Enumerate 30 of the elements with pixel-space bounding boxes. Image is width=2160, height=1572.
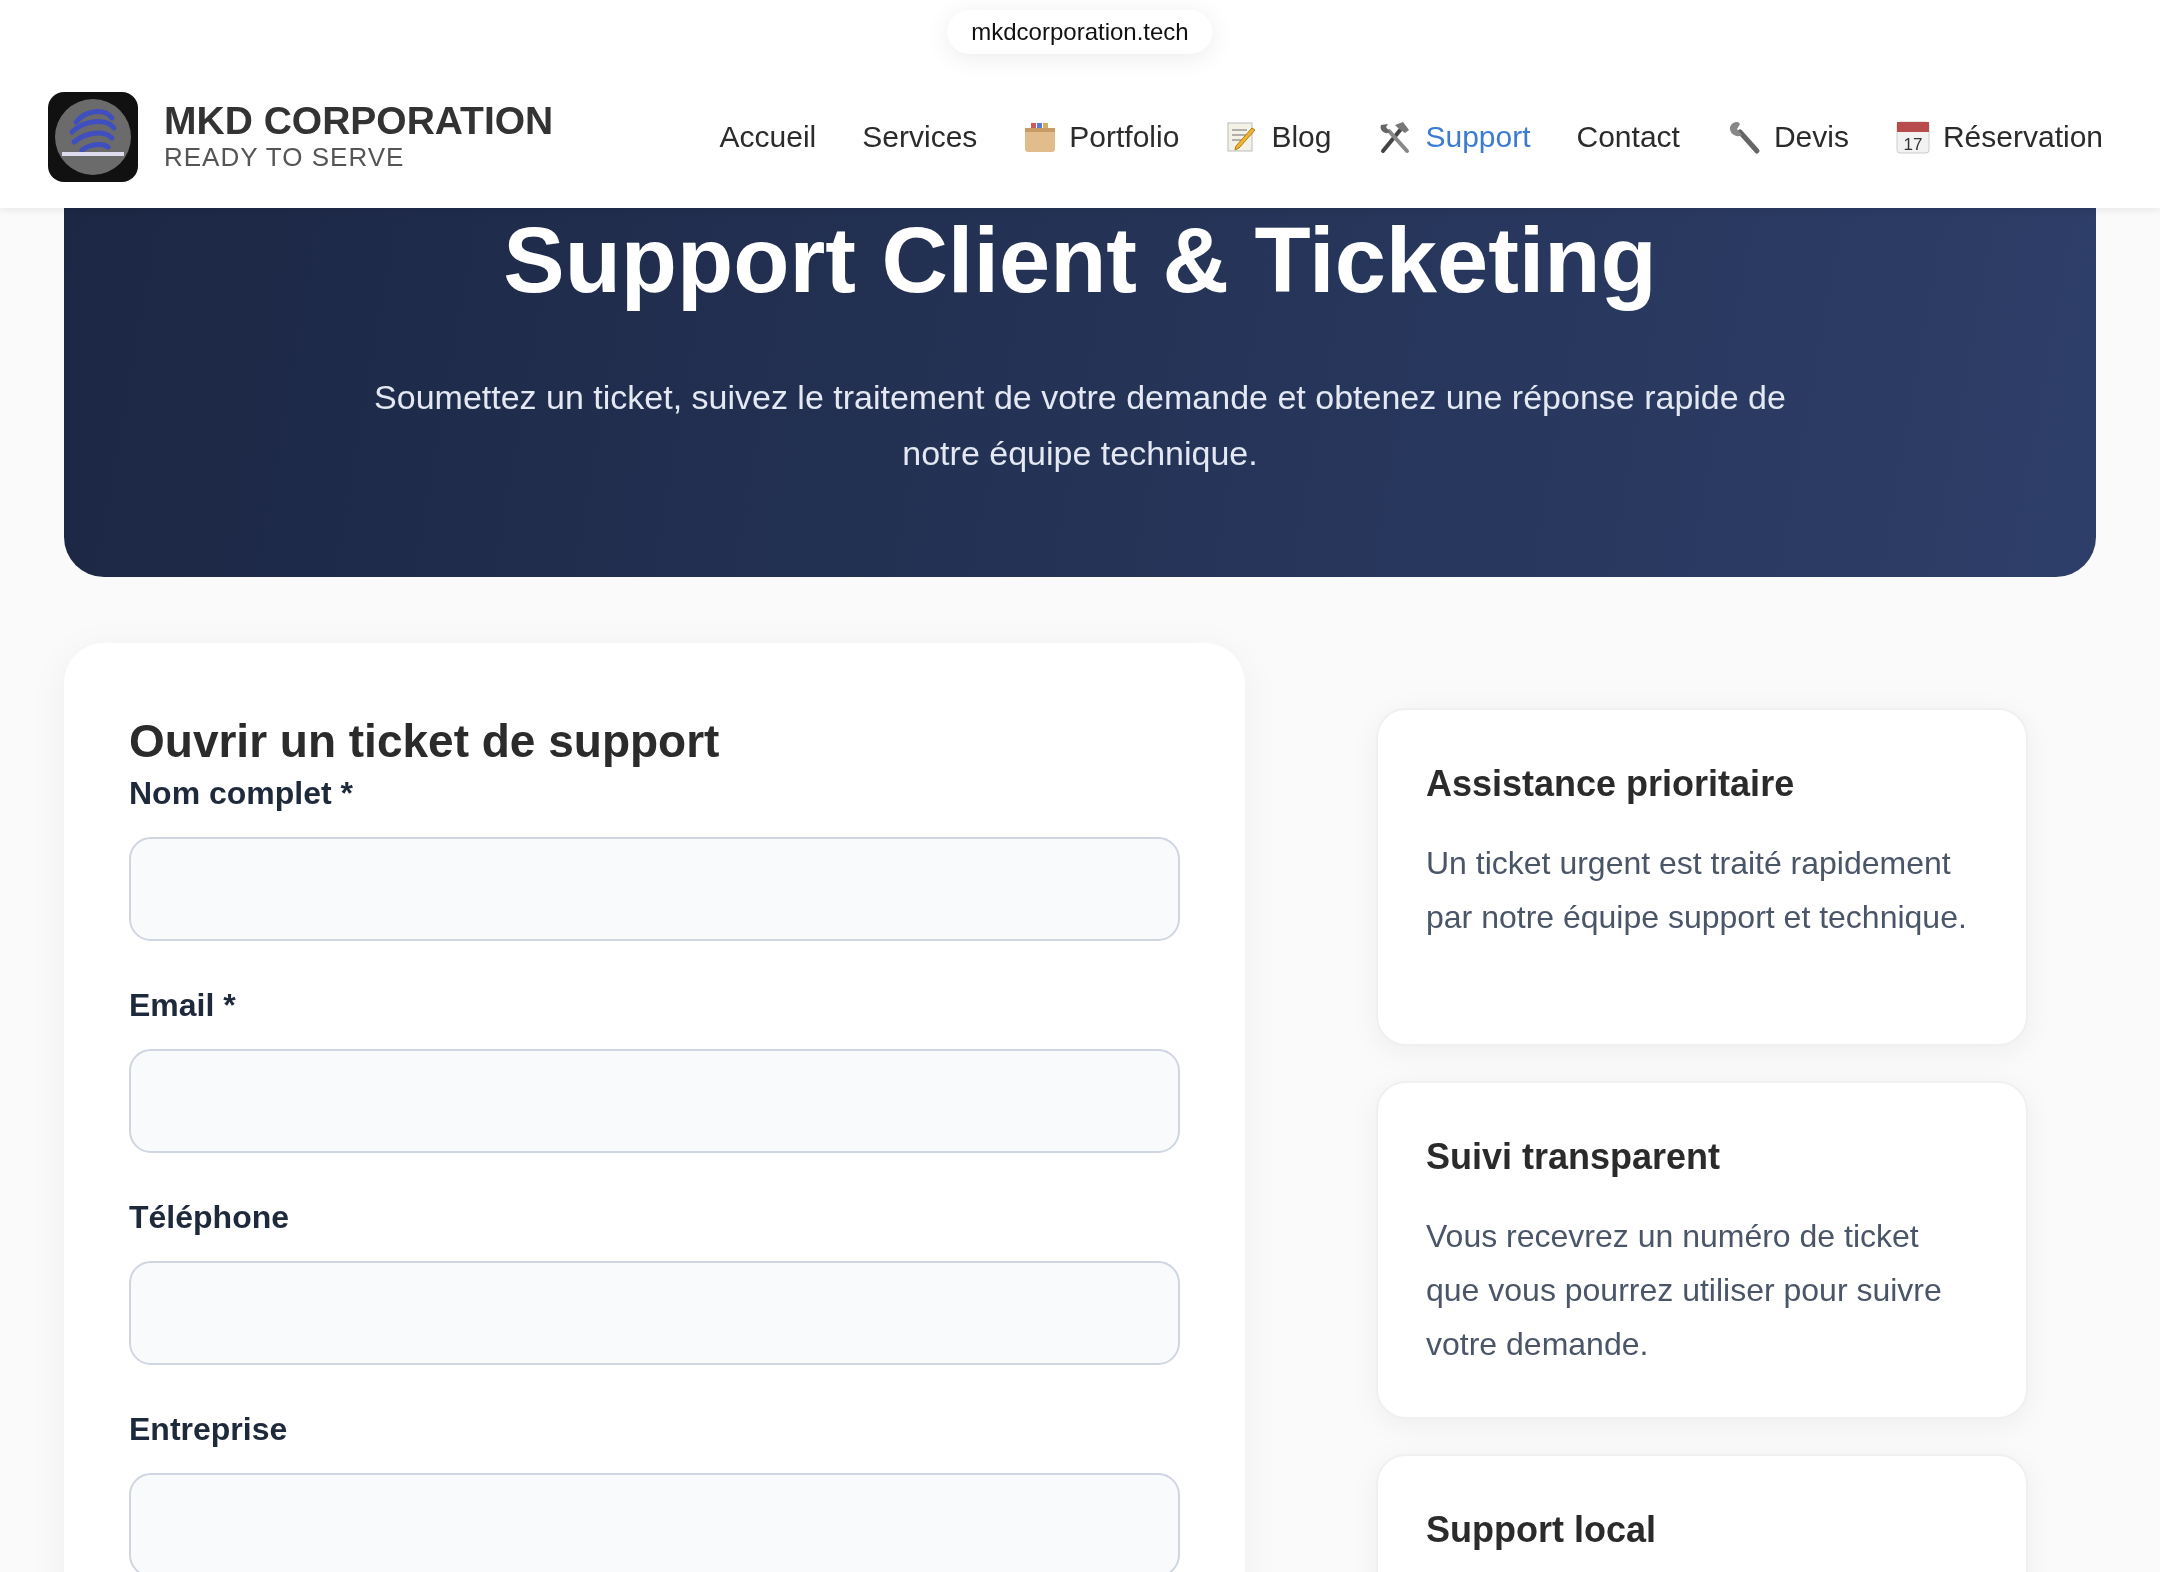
input-field[interactable] (129, 1261, 1180, 1365)
card-title: Suivi transparent (1426, 1135, 1722, 1179)
card-title: Assistance prioritaire (1426, 762, 1796, 806)
hero-subtitle: Soumettez un ticket, suivez le traitement de votre demande et obtenez une réponse rapide de notre équipe technique. (373, 377, 1787, 475)
nav-link[interactable]: Portfolio (1023, 120, 1180, 154)
field-label: Entreprise (129, 1410, 289, 1449)
calendar-icon: 17 (1894, 119, 1931, 155)
nav-link[interactable]: 17 Réservation (1894, 119, 2103, 155)
box-icon (1023, 120, 1058, 154)
card-text: Vous recevrez un numéro de ticket que vous pourrez utiliser pour suivre votre demande. (1426, 1217, 1943, 1364)
input-field[interactable] (129, 1049, 1180, 1153)
logo-icon (48, 92, 138, 182)
hero-title: Support Client & Ticketing (503, 210, 1657, 312)
card-title: Support local (1426, 1508, 1657, 1552)
field-label: Nom complet * (129, 774, 355, 813)
brand-name: MKD CORPORATION (164, 101, 554, 142)
field-label: Téléphone (129, 1198, 290, 1237)
brand-tagline: READY TO SERVE (164, 141, 406, 173)
field-label: Email * (129, 986, 237, 1025)
nav-link[interactable]: Contact (1576, 120, 1680, 154)
nav-link[interactable]: Support (1377, 119, 1531, 155)
nav-link[interactable]: Devis (1725, 119, 1849, 155)
input-field[interactable] (129, 1473, 1180, 1572)
nav-link[interactable]: Accueil (719, 120, 817, 154)
input-field[interactable] (129, 837, 1180, 941)
url-bar[interactable]: mkdcorporation.tech (947, 10, 1213, 54)
nav-link[interactable]: Services (862, 120, 978, 154)
form-title: Ouvrir un ticket de support (129, 714, 721, 769)
card-text: Un ticket urgent est traité rapidement par notre équipe support et technique. (1426, 844, 1968, 937)
nav-link[interactable]: Blog (1225, 120, 1332, 154)
